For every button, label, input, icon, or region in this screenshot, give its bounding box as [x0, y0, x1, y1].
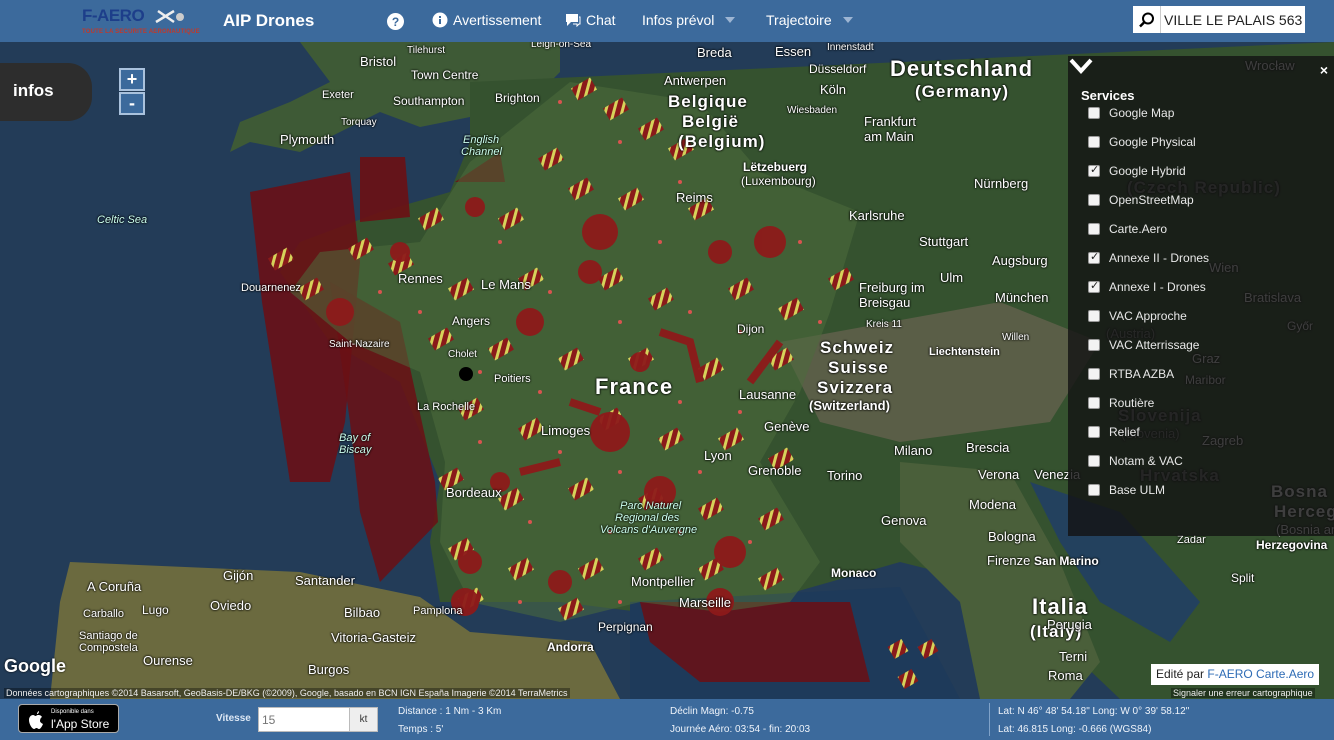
logo-text: F-AERO [82, 6, 145, 25]
help-icon[interactable]: ? [387, 13, 404, 30]
distance-text: Distance : 1 Nm - 3 Km [398, 706, 502, 717]
edited-by: Edité par F-AERO Carte.Aero [1151, 664, 1320, 685]
service-label: Routière [1109, 396, 1155, 410]
journee-aero-text: Journée Aéro: 03:54 - fin: 20:03 [670, 724, 811, 735]
service-carte-aero[interactable]: Carte.Aero [1088, 222, 1167, 236]
chevron-down-icon [725, 17, 736, 23]
service-label: Google Physical [1109, 135, 1196, 149]
checkbox[interactable] [1088, 223, 1100, 235]
nav-avertissement[interactable]: Avertissement [432, 12, 541, 28]
search-icon[interactable] [1133, 6, 1161, 33]
service-label: Carte.Aero [1109, 222, 1168, 236]
checkbox[interactable] [1088, 310, 1100, 322]
report-map-error-link[interactable]: Signaler une erreur cartographique [1171, 688, 1315, 698]
nav-infos-prevol-label: Infos prévol [642, 12, 715, 28]
search-box [1133, 6, 1305, 33]
map-view[interactable]: Deutschland (Germany) Belgique België (B… [0, 42, 1334, 699]
plane-logo-icon [155, 9, 184, 24]
service-annexe-1[interactable]: Annexe I - Drones [1088, 279, 1206, 294]
lat-long-dms: Lat: N 46° 48' 54.18" Long: W 0° 39' 58.… [998, 706, 1190, 717]
chevron-down-icon[interactable] [1068, 56, 1094, 76]
service-base-ulm[interactable]: Base ULM [1088, 483, 1165, 497]
service-google-physical[interactable]: Google Physical [1088, 135, 1196, 149]
checkbox[interactable] [1088, 194, 1100, 206]
bottom-bar: Disponible dans l'App Store Vitesse kt D… [0, 699, 1334, 740]
service-label: VAC Atterrissage [1109, 338, 1200, 352]
lat-long-decimal: Lat: 46.815 Long: -0.666 (WGS84) [998, 724, 1152, 735]
vitesse-input[interactable] [258, 707, 350, 732]
service-label: RTBA AZBA [1109, 367, 1175, 381]
checkbox[interactable] [1088, 136, 1100, 148]
service-google-hybrid[interactable]: Google Hybrid [1088, 163, 1186, 178]
vitesse-label: Vitesse [216, 713, 251, 724]
infos-tab[interactable]: infos [0, 63, 92, 121]
chat-icon [566, 14, 581, 27]
declinaison-text: Déclin Magn: -0.75 [670, 706, 754, 717]
service-label: Relief [1109, 425, 1140, 439]
zoom-out-button[interactable]: - [119, 92, 145, 115]
nav-trajectoire[interactable]: Trajectoire [766, 12, 853, 28]
edited-prefix: Edité par [1156, 667, 1205, 681]
service-notam-vac[interactable]: Notam & VAC [1088, 454, 1183, 468]
service-label: Notam & VAC [1109, 454, 1183, 468]
google-logo: Google [4, 656, 66, 676]
vitesse-unit: kt [349, 707, 378, 732]
app-title: AIP Drones [223, 11, 315, 30]
service-openstreetmap[interactable]: OpenStreetMap [1088, 193, 1194, 207]
nav-infos-prevol[interactable]: Infos prévol [642, 12, 736, 28]
zoom-in-button[interactable]: + [119, 68, 145, 91]
appstore-big-text: l'App Store [51, 717, 110, 731]
checkbox[interactable] [1088, 107, 1100, 119]
service-routiere[interactable]: Routière [1088, 396, 1154, 410]
close-icon[interactable]: × [1320, 62, 1328, 78]
chevron-down-icon [842, 17, 853, 23]
checkbox[interactable] [1088, 163, 1100, 177]
f-aero-logo[interactable]: F-AERO TOUTE LA SECURITE AERONAUTIQUE [82, 6, 210, 38]
search-input[interactable] [1161, 11, 1303, 28]
map-copyright: Données cartographiques ©2014 Basarsoft,… [4, 688, 570, 698]
checkbox[interactable] [1088, 455, 1100, 467]
checkbox[interactable] [1088, 250, 1100, 264]
temps-text: Temps : 5' [398, 724, 444, 735]
checkbox[interactable] [1088, 339, 1100, 351]
logo-tagline: TOUTE LA SECURITE AERONAUTIQUE [82, 29, 200, 35]
checkbox[interactable] [1088, 368, 1100, 380]
nav-trajectoire-label: Trajectoire [766, 12, 832, 28]
services-panel: × Services Google Map Google Physical Go… [1068, 56, 1334, 536]
service-label: Google Hybrid [1109, 164, 1186, 178]
nav-avertissement-label: Avertissement [453, 12, 542, 28]
service-label: Google Map [1109, 106, 1175, 120]
carte-aero-link[interactable]: F-AERO Carte.Aero [1207, 667, 1314, 681]
service-label: VAC Approche [1109, 309, 1187, 323]
service-label: OpenStreetMap [1109, 193, 1194, 207]
apple-icon [29, 711, 43, 729]
services-title: Services [1081, 88, 1135, 103]
service-label: Annexe II - Drones [1109, 251, 1210, 265]
nav-chat[interactable]: Chat [565, 12, 616, 28]
service-vac-atterrissage[interactable]: VAC Atterrissage [1088, 338, 1199, 352]
service-label: Annexe I - Drones [1109, 280, 1206, 294]
top-bar: F-AERO TOUTE LA SECURITE AERONAUTIQUE AI… [0, 0, 1334, 42]
divider [989, 703, 990, 736]
checkbox[interactable] [1088, 426, 1100, 438]
service-rtba-azba[interactable]: RTBA AZBA [1088, 367, 1174, 381]
service-relief[interactable]: Relief [1088, 425, 1140, 439]
position-marker[interactable] [459, 367, 473, 381]
appstore-small-text: Disponible dans [51, 709, 94, 715]
service-vac-approche[interactable]: VAC Approche [1088, 309, 1187, 323]
info-icon [432, 12, 448, 28]
service-annexe-2[interactable]: Annexe II - Drones [1088, 250, 1210, 265]
checkbox[interactable] [1088, 484, 1100, 496]
nav-chat-label: Chat [586, 12, 616, 28]
app-store-badge[interactable]: Disponible dans l'App Store [18, 704, 119, 733]
service-label: Base ULM [1109, 483, 1166, 497]
checkbox[interactable] [1088, 397, 1100, 409]
checkbox[interactable] [1088, 279, 1100, 293]
service-google-map[interactable]: Google Map [1088, 106, 1174, 120]
